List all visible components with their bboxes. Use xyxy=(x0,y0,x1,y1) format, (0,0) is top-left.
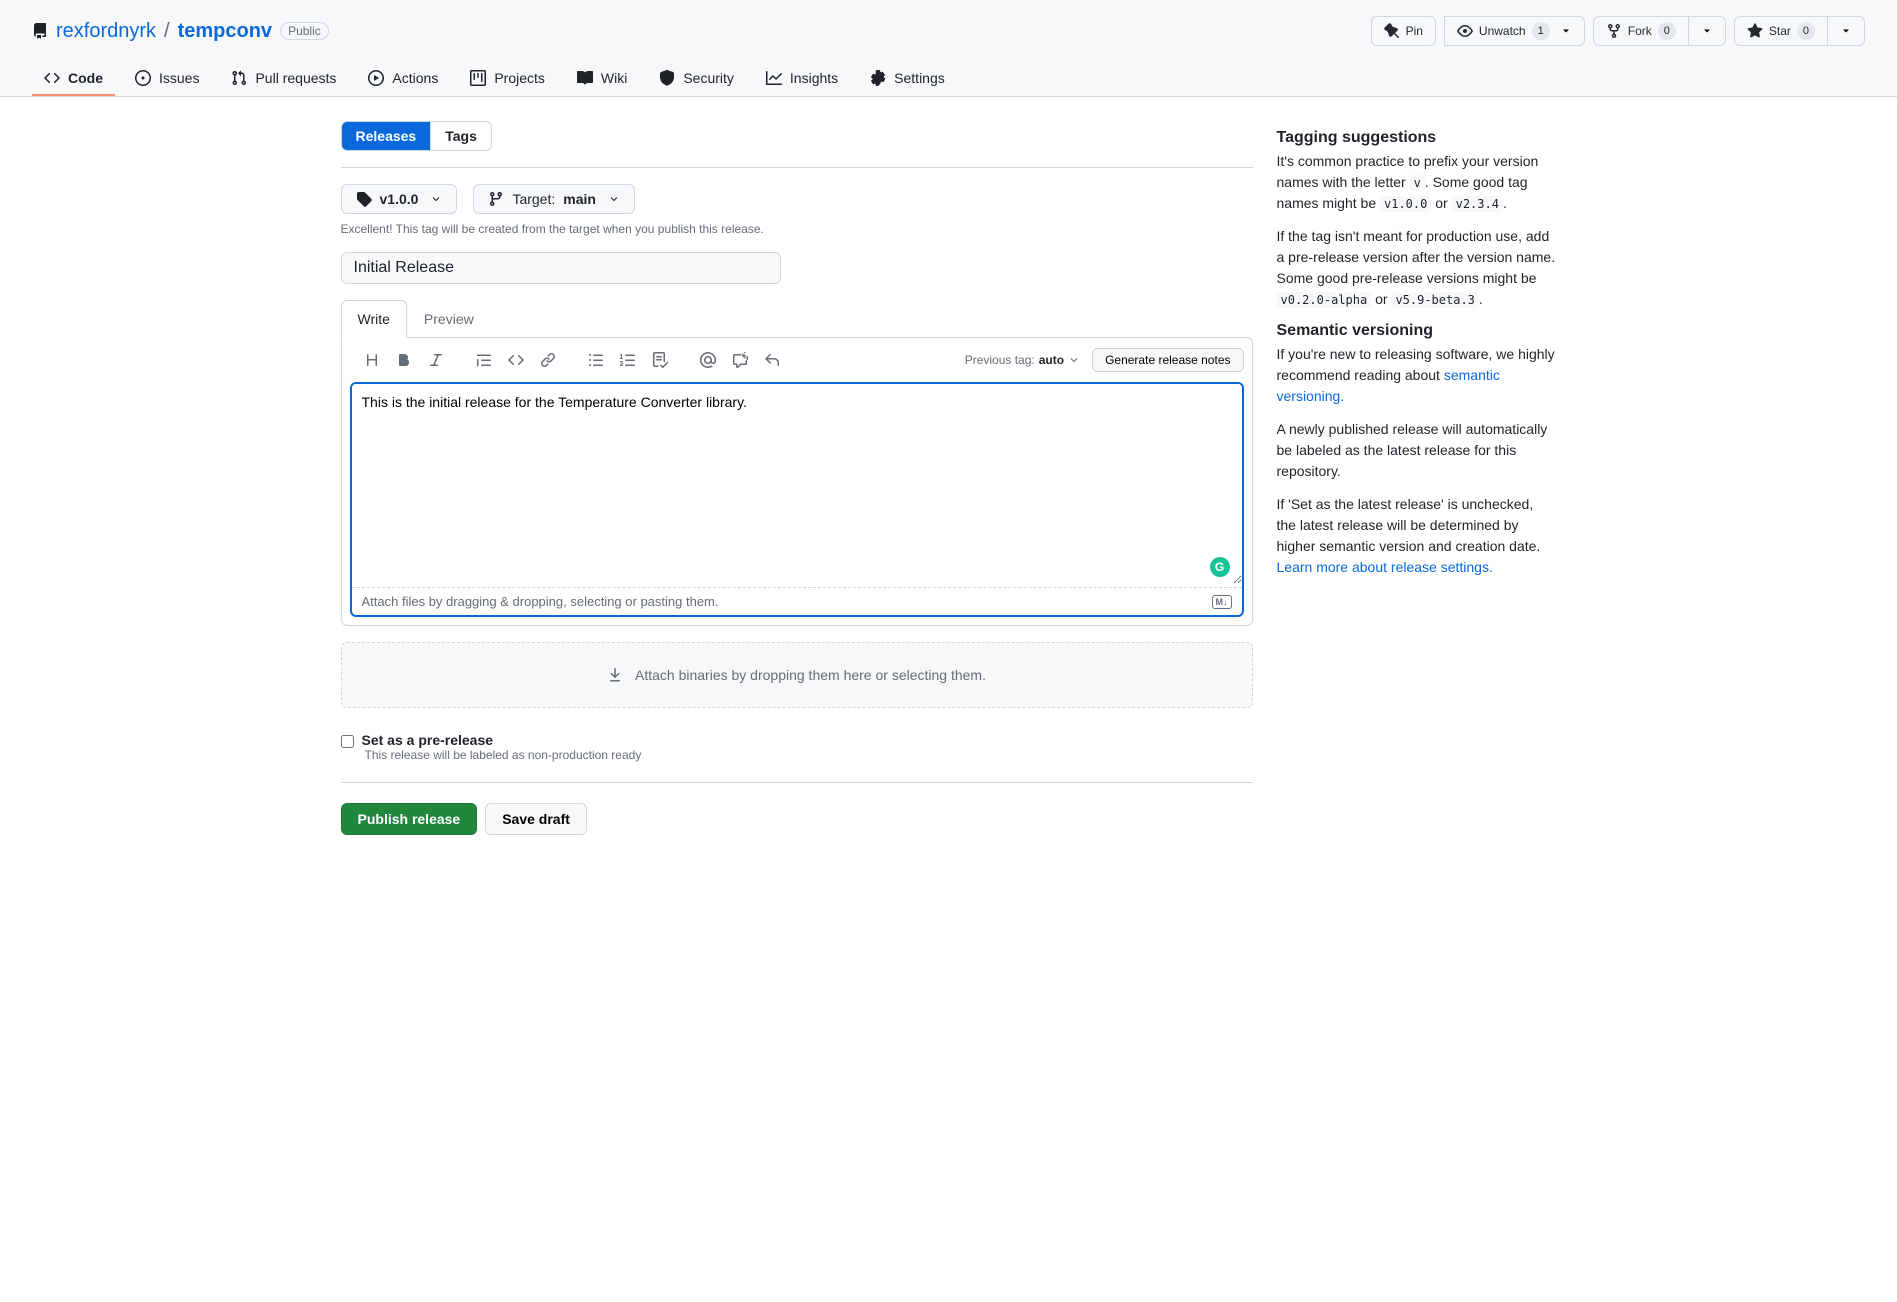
nav-insights[interactable]: Insights xyxy=(754,62,850,96)
target-value: main xyxy=(563,191,596,207)
link-icon[interactable] xyxy=(534,346,562,374)
target-selector[interactable]: Target: main xyxy=(473,184,635,214)
list-ol-icon[interactable] xyxy=(614,346,642,374)
chevron-down-icon xyxy=(1840,25,1852,37)
tag-helper-text: Excellent! This tag will be created from… xyxy=(341,222,1253,236)
code-icon[interactable] xyxy=(502,346,530,374)
nav-issues[interactable]: Issues xyxy=(123,62,211,96)
star-icon xyxy=(1747,23,1763,39)
bold-icon[interactable] xyxy=(390,346,418,374)
prerelease-label[interactable]: Set as a pre-release xyxy=(362,732,494,748)
pin-icon xyxy=(1384,23,1400,39)
chevron-down-icon xyxy=(1068,354,1080,366)
repo-nav: Code Issues Pull requests Actions Projec… xyxy=(32,62,1865,96)
nav-actions[interactable]: Actions xyxy=(356,62,450,96)
pr-icon xyxy=(231,70,247,86)
chevron-down-icon xyxy=(1701,25,1713,37)
nav-security[interactable]: Security xyxy=(647,62,746,96)
sidebar: Tagging suggestions It's common practice… xyxy=(1277,121,1557,835)
star-button[interactable]: Star 0 xyxy=(1734,16,1828,46)
branch-icon xyxy=(488,191,504,207)
subnav-tags[interactable]: Tags xyxy=(430,122,491,150)
repo-owner-link[interactable]: rexfordnyrk xyxy=(56,20,156,43)
unwatch-button[interactable]: Unwatch 1 xyxy=(1444,16,1585,46)
fork-button[interactable]: Fork 0 xyxy=(1593,16,1689,46)
watch-count: 1 xyxy=(1532,22,1550,40)
fork-count: 0 xyxy=(1658,22,1676,40)
nav-pull-requests[interactable]: Pull requests xyxy=(219,62,348,96)
mention-icon[interactable] xyxy=(694,346,722,374)
italic-icon[interactable] xyxy=(422,346,450,374)
issue-icon xyxy=(135,70,151,86)
nav-code[interactable]: Code xyxy=(32,62,115,96)
repo-icon xyxy=(32,23,48,39)
quote-icon[interactable] xyxy=(470,346,498,374)
semver-paragraph-1: If you're new to releasing software, we … xyxy=(1277,344,1557,407)
download-icon xyxy=(607,667,623,683)
tag-icon xyxy=(356,191,372,207)
breadcrumb-slash: / xyxy=(164,20,170,43)
target-label: Target: xyxy=(512,191,555,207)
reply-icon[interactable] xyxy=(758,346,786,374)
preview-tab[interactable]: Preview xyxy=(407,300,491,338)
tag-value: v1.0.0 xyxy=(380,191,419,207)
heading-icon[interactable] xyxy=(358,346,386,374)
semver-paragraph-2: A newly published release will automatic… xyxy=(1277,419,1557,482)
code-icon xyxy=(44,70,60,86)
pin-button[interactable]: Pin xyxy=(1371,16,1436,46)
publish-button[interactable]: Publish release xyxy=(341,803,478,835)
previous-tag-selector[interactable]: Previous tag: auto xyxy=(965,353,1080,367)
play-icon xyxy=(368,70,384,86)
tagging-paragraph-2: If the tag isn't meant for production us… xyxy=(1277,226,1557,310)
subnav: Releases Tags xyxy=(341,121,492,151)
semver-paragraph-3: If 'Set as the latest release' is unchec… xyxy=(1277,494,1557,578)
star-menu-button[interactable] xyxy=(1827,16,1865,46)
generate-notes-button[interactable]: Generate release notes xyxy=(1092,348,1243,372)
tagging-paragraph-1: It's common practice to prefix your vers… xyxy=(1277,151,1557,214)
gear-icon xyxy=(870,70,886,86)
release-body-textarea[interactable] xyxy=(352,384,1242,584)
cross-reference-icon[interactable] xyxy=(726,346,754,374)
save-draft-button[interactable]: Save draft xyxy=(485,803,587,835)
fork-icon xyxy=(1606,23,1622,39)
eye-icon xyxy=(1457,23,1473,39)
markdown-badge[interactable]: M↓ xyxy=(1212,595,1232,609)
prerelease-checkbox[interactable] xyxy=(341,735,354,748)
visibility-badge: Public xyxy=(280,22,329,40)
tasklist-icon[interactable] xyxy=(646,346,674,374)
repo-name-link[interactable]: tempconv xyxy=(178,20,272,43)
nav-projects[interactable]: Projects xyxy=(458,62,557,96)
prerelease-description: This release will be labeled as non-prod… xyxy=(365,748,1253,762)
list-ul-icon[interactable] xyxy=(582,346,610,374)
table-icon xyxy=(470,70,486,86)
release-title-input[interactable] xyxy=(341,252,781,284)
shield-icon xyxy=(659,70,675,86)
repo-header: rexfordnyrk / tempconv Public Pin Unwatc… xyxy=(0,0,1897,97)
graph-icon xyxy=(766,70,782,86)
star-count: 0 xyxy=(1797,22,1815,40)
tag-selector[interactable]: v1.0.0 xyxy=(341,184,458,214)
binaries-hint-text: Attach binaries by dropping them here or… xyxy=(635,667,986,683)
binaries-dropzone[interactable]: Attach binaries by dropping them here or… xyxy=(341,642,1253,708)
semver-heading: Semantic versioning xyxy=(1277,322,1557,340)
nav-settings[interactable]: Settings xyxy=(858,62,957,96)
tagging-heading: Tagging suggestions xyxy=(1277,129,1557,147)
nav-wiki[interactable]: Wiki xyxy=(565,62,639,96)
fork-menu-button[interactable] xyxy=(1688,16,1726,46)
chevron-down-icon xyxy=(430,193,442,205)
chevron-down-icon xyxy=(608,193,620,205)
chevron-down-icon xyxy=(1560,25,1572,37)
release-settings-link[interactable]: Learn more about release settings. xyxy=(1277,559,1493,575)
book-icon xyxy=(577,70,593,86)
attach-hint-text[interactable]: Attach files by dragging & dropping, sel… xyxy=(362,594,719,609)
grammarly-icon[interactable]: G xyxy=(1210,557,1230,577)
write-tab[interactable]: Write xyxy=(341,300,407,338)
subnav-releases[interactable]: Releases xyxy=(342,122,431,150)
